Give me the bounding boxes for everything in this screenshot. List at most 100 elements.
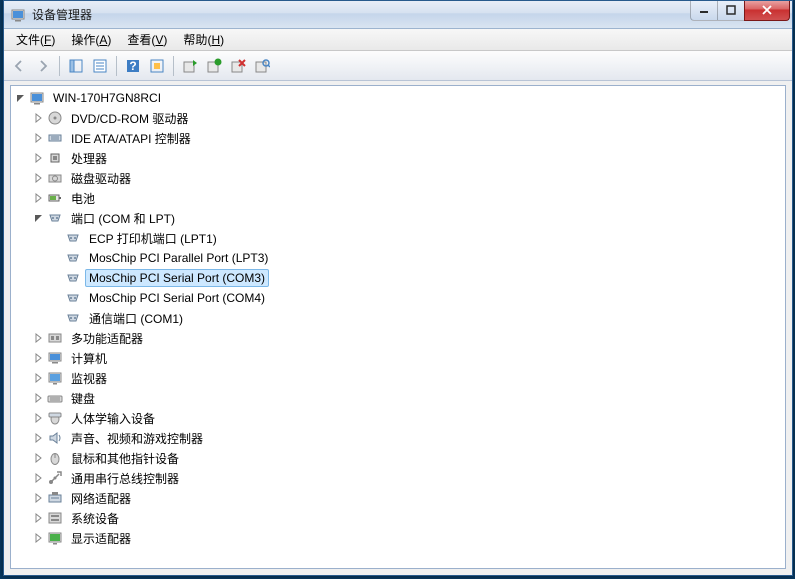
port-icon [65,270,81,286]
device-tree[interactable]: WIN-170H7GN8RCIDVD/CD-ROM 驱动器IDE ATA/ATA… [10,85,786,569]
tree-node-cat-4[interactable]: 电池 [11,188,785,208]
uninstall-button[interactable] [203,55,225,77]
expand-icon[interactable] [31,410,47,426]
tree-node-cat-11[interactable]: 声音、视频和游戏控制器 [11,428,785,448]
expand-icon[interactable] [31,490,47,506]
adapter-icon [47,330,63,346]
expand-icon[interactable] [31,430,47,446]
arrow-spacer [49,310,65,326]
arrow-spacer [49,250,65,266]
root-icon [29,90,45,106]
tree-node-root[interactable]: WIN-170H7GN8RCI [11,88,785,108]
tree-node-cat-9[interactable]: 键盘 [11,388,785,408]
toolbar: ? [4,51,792,81]
port-icon [65,290,81,306]
tree-node-label: MosChip PCI Serial Port (COM4) [85,289,269,307]
tree-node-cat-10[interactable]: 人体学输入设备 [11,408,785,428]
forward-button[interactable] [32,55,54,77]
scan-button[interactable] [251,55,273,77]
tree-node-label: 端口 (COM 和 LPT) [67,208,179,229]
tree-node-dev-5-2[interactable]: MosChip PCI Serial Port (COM3) [11,268,785,288]
expand-icon[interactable] [31,190,47,206]
expand-icon[interactable] [31,390,47,406]
tree-node-label: MosChip PCI Parallel Port (LPT3) [85,249,272,267]
tree-node-cat-8[interactable]: 监视器 [11,368,785,388]
tree-node-dev-5-4[interactable]: 通信端口 (COM1) [11,308,785,328]
keyboard-icon [47,390,63,406]
expand-icon[interactable] [31,150,47,166]
device-manager-window: 设备管理器 文件(F) 操作(A) 查看(V) 帮助(H) ? WIN-170H… [3,0,793,576]
arrow-spacer [49,270,65,286]
tree-node-label: 多功能适配器 [67,328,147,349]
monitor-icon [47,370,63,386]
menu-file[interactable]: 文件(F) [8,29,63,50]
collapse-icon[interactable] [13,90,29,106]
menubar: 文件(F) 操作(A) 查看(V) 帮助(H) [4,29,792,51]
close-button[interactable] [744,1,790,21]
tree-node-cat-1[interactable]: IDE ATA/ATAPI 控制器 [11,128,785,148]
tree-node-label: 显示适配器 [67,528,135,549]
menu-action[interactable]: 操作(A) [63,29,119,50]
mouse-icon [47,450,63,466]
expand-icon[interactable] [31,170,47,186]
tree-node-label: 声音、视频和游戏控制器 [67,428,207,449]
ide-icon [47,130,63,146]
expand-icon[interactable] [31,130,47,146]
update-driver-button[interactable] [179,55,201,77]
separator [173,56,174,76]
maximize-button[interactable] [717,1,745,21]
collapse-icon[interactable] [31,210,47,226]
expand-icon[interactable] [31,450,47,466]
expand-icon[interactable] [31,370,47,386]
titlebar[interactable]: 设备管理器 [4,1,792,29]
tree-node-dev-5-3[interactable]: MosChip PCI Serial Port (COM4) [11,288,785,308]
tree-node-cat-0[interactable]: DVD/CD-ROM 驱动器 [11,108,785,128]
app-icon [10,7,26,23]
minimize-button[interactable] [690,1,718,21]
tree-node-cat-12[interactable]: 鼠标和其他指针设备 [11,448,785,468]
menu-help[interactable]: 帮助(H) [175,29,232,50]
menu-view[interactable]: 查看(V) [119,29,175,50]
port-icon [47,210,63,226]
properties-button[interactable] [89,55,111,77]
disable-button[interactable] [227,55,249,77]
tree-node-label: WIN-170H7GN8RCI [49,89,165,107]
tree-node-cat-6[interactable]: 多功能适配器 [11,328,785,348]
tree-node-cat-16[interactable]: 显示适配器 [11,528,785,548]
tree-node-dev-5-0[interactable]: ECP 打印机端口 (LPT1) [11,228,785,248]
expand-icon[interactable] [31,350,47,366]
expand-icon[interactable] [31,470,47,486]
usb-icon [47,470,63,486]
tree-node-cat-5[interactable]: 端口 (COM 和 LPT) [11,208,785,228]
action-button[interactable] [146,55,168,77]
window-title: 设备管理器 [32,6,691,23]
port-icon [65,310,81,326]
expand-icon[interactable] [31,530,47,546]
tree-node-cat-14[interactable]: 网络适配器 [11,488,785,508]
tree-node-label: DVD/CD-ROM 驱动器 [67,108,192,129]
tree-node-cat-15[interactable]: 系统设备 [11,508,785,528]
expand-icon[interactable] [31,510,47,526]
system-icon [47,510,63,526]
expand-icon[interactable] [31,110,47,126]
help-button[interactable]: ? [122,55,144,77]
show-hide-tree-button[interactable] [65,55,87,77]
expand-icon[interactable] [31,330,47,346]
tree-node-dev-5-1[interactable]: MosChip PCI Parallel Port (LPT3) [11,248,785,268]
arrow-spacer [49,230,65,246]
tree-node-cat-3[interactable]: 磁盘驱动器 [11,168,785,188]
tree-node-cat-7[interactable]: 计算机 [11,348,785,368]
tree-node-label: 监视器 [67,368,111,389]
tree-node-label: 通用串行总线控制器 [67,468,183,489]
arrow-spacer [49,290,65,306]
tree-node-label: MosChip PCI Serial Port (COM3) [85,269,269,287]
tree-node-cat-2[interactable]: 处理器 [11,148,785,168]
back-button[interactable] [8,55,30,77]
tree-node-label: 电池 [67,188,99,209]
tree-node-cat-13[interactable]: 通用串行总线控制器 [11,468,785,488]
hid-icon [47,410,63,426]
disk-icon [47,170,63,186]
port-icon [65,250,81,266]
tree-node-label: 人体学输入设备 [67,408,159,429]
tree-node-label: 处理器 [67,148,111,169]
